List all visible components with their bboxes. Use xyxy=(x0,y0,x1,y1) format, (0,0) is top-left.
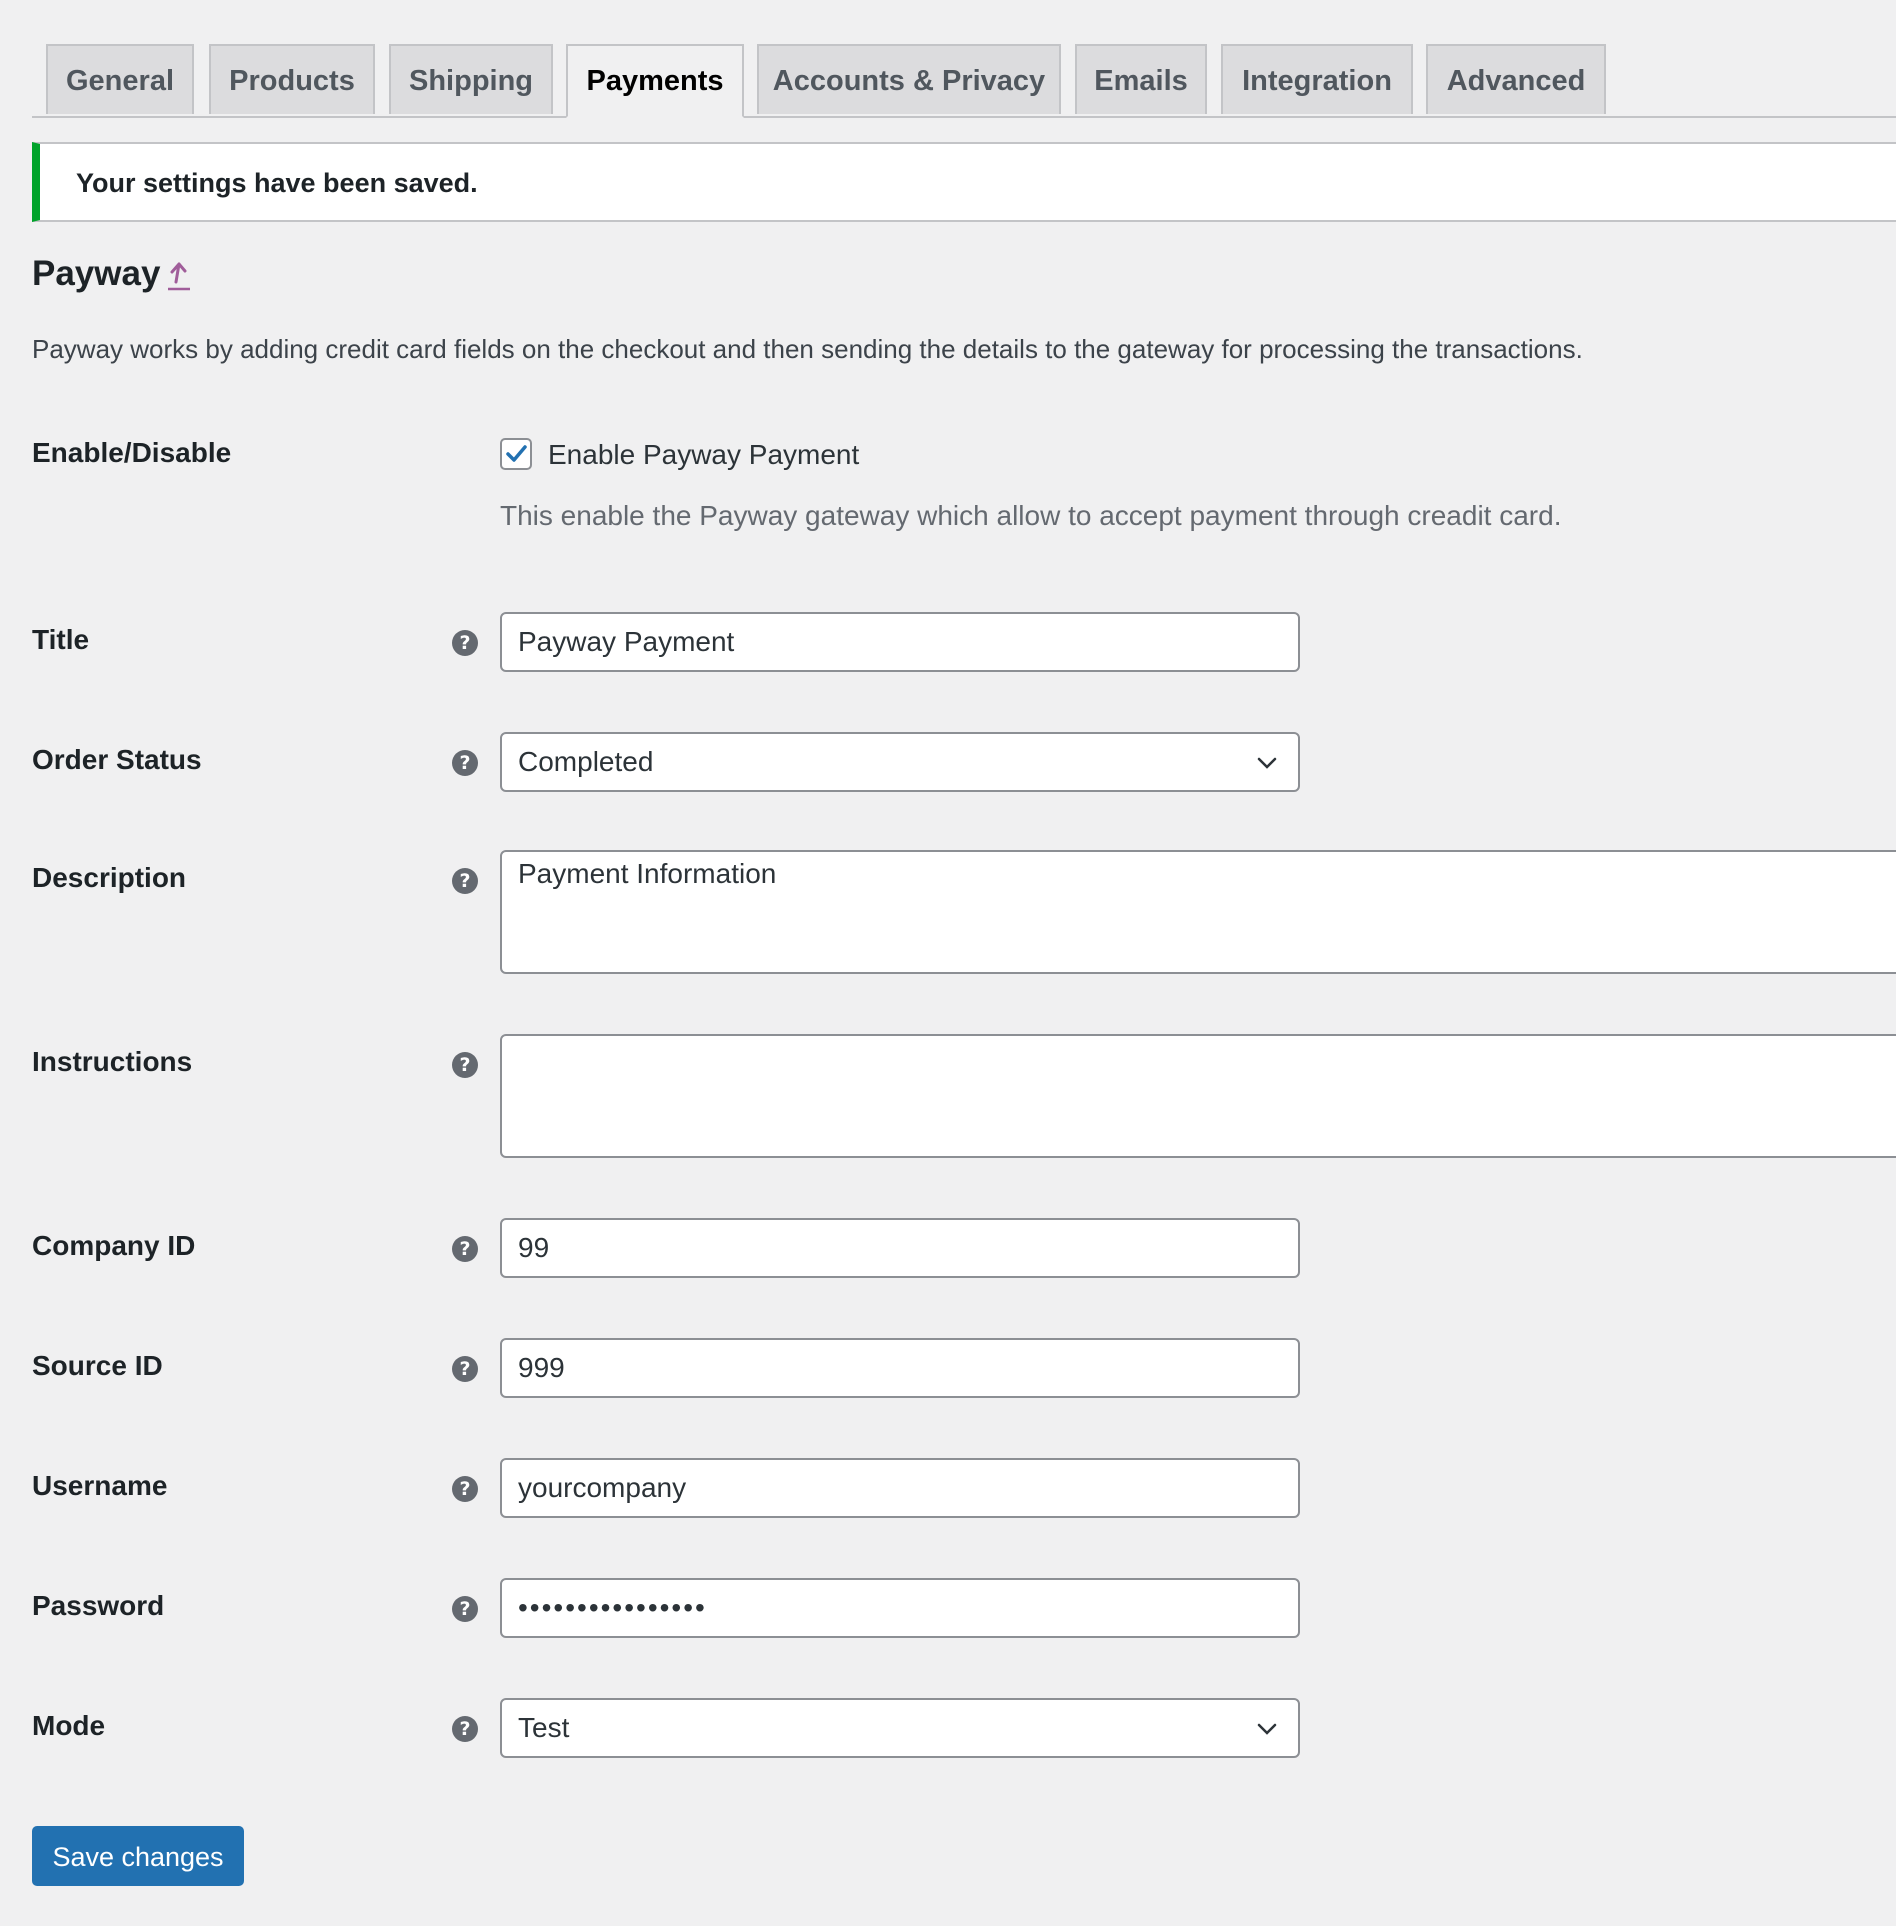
tab-emails[interactable]: Emails xyxy=(1075,44,1207,114)
settings-saved-notice: Your settings have been saved. xyxy=(32,142,1896,222)
source-id-label: Source ID xyxy=(32,1350,163,1381)
description-label: Description xyxy=(32,862,187,893)
title-label: Title xyxy=(32,624,90,655)
help-icon[interactable]: ? xyxy=(452,1052,478,1078)
password-label: Password xyxy=(32,1590,165,1621)
help-icon[interactable]: ? xyxy=(452,1356,478,1382)
order-status-value: Completed xyxy=(518,746,654,777)
enable-disable-label: Enable/Disable xyxy=(32,437,232,468)
username-label: Username xyxy=(32,1470,168,1501)
tab-payments[interactable]: Payments xyxy=(566,44,744,118)
order-status-select[interactable]: Completed xyxy=(500,732,1300,792)
tab-accounts-privacy[interactable]: Accounts & Privacy xyxy=(757,44,1061,114)
mode-select[interactable]: Test xyxy=(500,1698,1300,1758)
instructions-label: Instructions xyxy=(32,1046,193,1077)
order-status-label: Order Status xyxy=(32,744,202,775)
tab-integration[interactable]: Integration xyxy=(1221,44,1413,114)
instructions-textarea[interactable] xyxy=(500,1034,1896,1158)
notice-text: Your settings have been saved. xyxy=(76,168,478,198)
checkmark-icon xyxy=(506,445,527,462)
help-icon[interactable]: ? xyxy=(452,630,478,656)
up-arrow-icon[interactable] xyxy=(166,260,192,294)
save-changes-button[interactable]: Save changes xyxy=(32,1826,244,1886)
mode-value: Test xyxy=(518,1712,570,1743)
settings-page: General Products Shipping Payments Accou… xyxy=(0,0,1896,1926)
username-input[interactable]: yourcompany xyxy=(500,1458,1300,1518)
page-title: Payway xyxy=(32,254,161,293)
password-input[interactable]: •••••••••••••••• xyxy=(500,1578,1300,1638)
tab-shipping[interactable]: Shipping xyxy=(389,44,553,114)
title-input[interactable]: Payway Payment xyxy=(500,612,1300,672)
enable-description: This enable the Payway gateway which all… xyxy=(500,500,1562,531)
help-icon[interactable]: ? xyxy=(452,1236,478,1262)
enable-payway-label[interactable]: Enable Payway Payment xyxy=(548,439,859,471)
company-id-input[interactable]: 99 xyxy=(500,1218,1300,1278)
mode-label: Mode xyxy=(32,1710,106,1741)
help-icon[interactable]: ? xyxy=(452,1716,478,1742)
tab-advanced[interactable]: Advanced xyxy=(1426,44,1606,114)
tab-products[interactable]: Products xyxy=(209,44,375,114)
help-icon[interactable]: ? xyxy=(452,868,478,894)
tab-general[interactable]: General xyxy=(46,44,194,114)
description-textarea[interactable]: Payment Information xyxy=(500,850,1896,974)
enable-payway-checkbox[interactable] xyxy=(500,438,532,470)
help-icon[interactable]: ? xyxy=(452,1596,478,1622)
section-intro: Payway works by adding credit card field… xyxy=(32,334,1583,364)
company-id-label: Company ID xyxy=(32,1230,196,1261)
chevron-down-icon xyxy=(1257,1723,1277,1735)
settings-tabs: General Products Shipping Payments Accou… xyxy=(32,44,1896,118)
source-id-input[interactable]: 999 xyxy=(500,1338,1300,1398)
help-icon[interactable]: ? xyxy=(452,1476,478,1502)
help-icon[interactable]: ? xyxy=(452,750,478,776)
chevron-down-icon xyxy=(1257,757,1277,769)
